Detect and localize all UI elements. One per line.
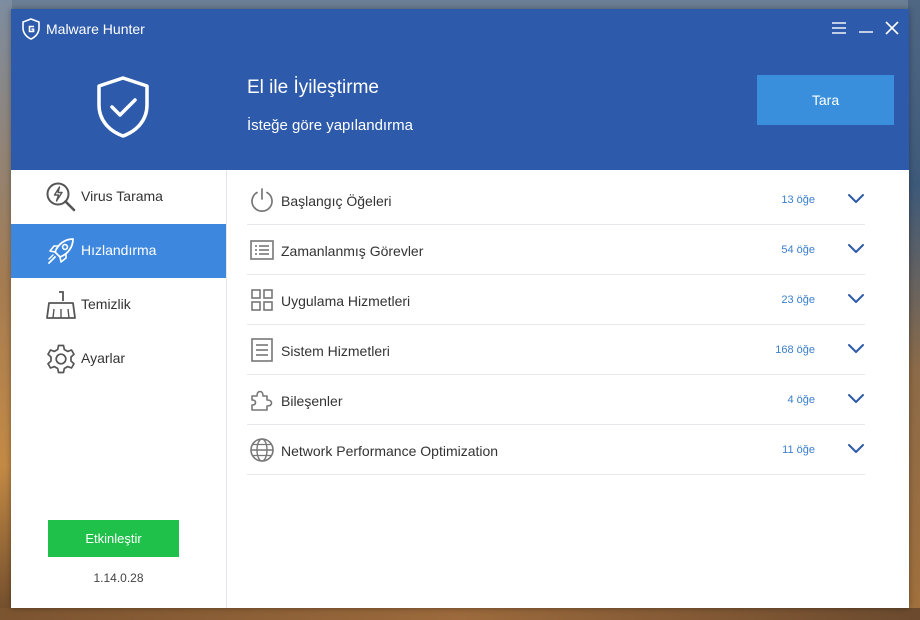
list-item-network-optimization[interactable]: Network Performance Optimization 11 öğe	[247, 425, 865, 475]
list-item-system-services[interactable]: Sistem Hizmetleri 168 öğe	[247, 325, 865, 375]
rocket-icon	[48, 238, 74, 264]
desktop-background-bottom	[0, 608, 920, 620]
activate-button[interactable]: Etkinleştir	[48, 520, 179, 557]
globe-icon	[250, 438, 274, 462]
list-item-label: Bileşenler	[281, 393, 343, 409]
header: Malware Hunter El ile İyileştirme İsteğe…	[11, 9, 909, 170]
sidebar-item-label: Hızlandırma	[81, 242, 157, 258]
list-item-label: Zamanlanmış Görevler	[281, 243, 424, 259]
list-item-count: 54 öğe	[781, 244, 815, 256]
sidebar-item-label: Temizlik	[81, 296, 131, 312]
chevron-down-icon[interactable]	[847, 192, 865, 206]
chevron-down-icon[interactable]	[847, 292, 865, 306]
list-item-startup[interactable]: Başlangıç Öğeleri 13 öğe	[247, 175, 865, 225]
sidebar-item-label: Virus Tarama	[81, 188, 163, 204]
sidebar-item-virus-scan[interactable]: Virus Tarama	[11, 170, 226, 224]
list-item-scheduled-tasks[interactable]: Zamanlanmış Görevler 54 öğe	[247, 225, 865, 275]
list-item-label: Network Performance Optimization	[281, 443, 499, 459]
list-item-count: 13 öğe	[781, 194, 815, 206]
app-title: Malware Hunter	[46, 21, 145, 37]
minimize-icon[interactable]	[857, 19, 875, 37]
list-item-label: Sistem Hizmetleri	[281, 343, 390, 359]
list-item-label: Başlangıç Öğeleri	[281, 193, 392, 209]
page-subtitle: İsteğe göre yapılandırma	[247, 117, 413, 134]
shield-check-icon	[97, 76, 149, 138]
puzzle-icon	[251, 390, 273, 411]
gear-icon	[47, 344, 75, 374]
document-icon	[251, 338, 273, 362]
scan-button[interactable]: Tara	[757, 75, 894, 125]
list-item-count: 4 öğe	[787, 394, 815, 406]
list-item-count: 23 öğe	[781, 294, 815, 306]
version-label: 1.14.0.28	[93, 571, 144, 585]
sidebar: Virus Tarama Hızlandırma Temizlik Ayarla…	[11, 170, 227, 608]
app-logo-icon	[22, 18, 40, 40]
desktop-background-right	[908, 0, 920, 620]
list-item-count: 11 öğe	[782, 444, 815, 456]
virus-scan-icon	[46, 182, 76, 212]
app-window: Malware Hunter El ile İyileştirme İsteğe…	[11, 9, 909, 608]
grid-icon	[251, 289, 273, 311]
list-item-components[interactable]: Bileşenler 4 öğe	[247, 375, 865, 425]
power-icon	[251, 188, 273, 213]
chevron-down-icon[interactable]	[847, 242, 865, 256]
sidebar-item-settings[interactable]: Ayarlar	[11, 332, 226, 386]
sidebar-item-label: Ayarlar	[81, 350, 126, 366]
broom-icon	[46, 291, 76, 319]
title-bar[interactable]: Malware Hunter	[11, 9, 909, 47]
chevron-down-icon[interactable]	[847, 442, 865, 456]
sidebar-item-cleanup[interactable]: Temizlik	[11, 278, 226, 332]
list-item-label: Uygulama Hizmetleri	[281, 293, 411, 309]
menu-icon[interactable]	[830, 19, 848, 37]
sidebar-item-acceleration[interactable]: Hızlandırma	[11, 224, 226, 278]
chevron-down-icon[interactable]	[847, 342, 865, 356]
list-item-count: 168 öğe	[775, 344, 815, 356]
close-icon[interactable]	[883, 19, 901, 37]
list-icon	[250, 240, 274, 260]
page-title: El ile İyileştirme	[247, 77, 379, 98]
list-item-app-services[interactable]: Uygulama Hizmetleri 23 öğe	[247, 275, 865, 325]
chevron-down-icon[interactable]	[847, 392, 865, 406]
optimization-list: Başlangıç Öğeleri 13 öğe Zamanlanmış Gör…	[247, 175, 865, 475]
